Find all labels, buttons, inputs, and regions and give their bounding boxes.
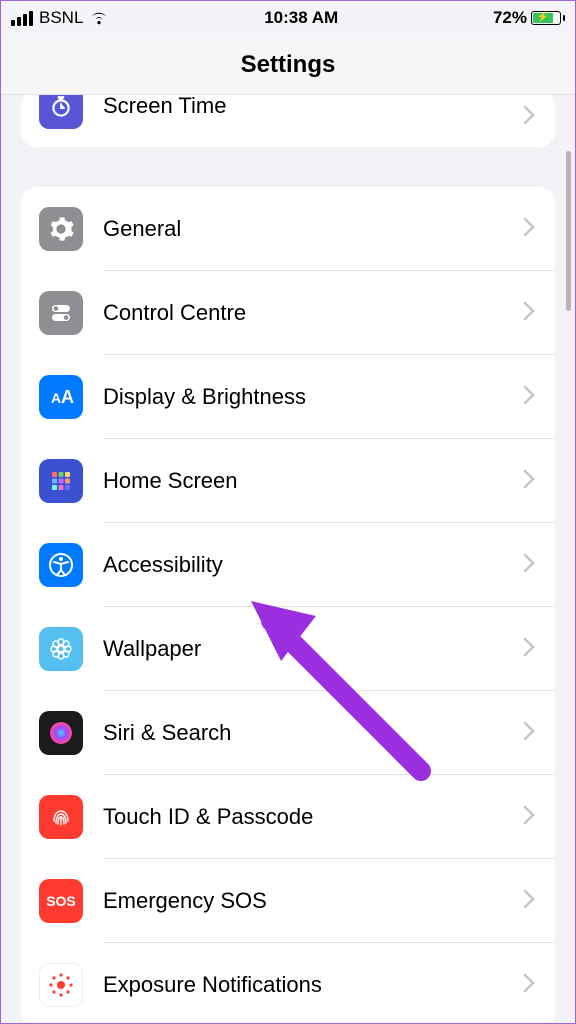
row-touch-id-passcode[interactable]: Touch ID & Passcode	[21, 775, 555, 859]
page-title: Settings	[241, 51, 336, 79]
sos-icon: SOS	[39, 879, 83, 923]
row-screen-time[interactable]: Screen Time	[21, 95, 555, 147]
status-time: 10:38 AM	[264, 8, 338, 28]
app-grid-icon	[39, 459, 83, 503]
chevron-right-icon	[523, 553, 535, 578]
row-general[interactable]: General	[21, 187, 555, 271]
flower-icon	[39, 627, 83, 671]
gear-icon	[39, 207, 83, 251]
exposure-icon	[39, 963, 83, 1007]
chevron-right-icon	[523, 301, 535, 326]
chevron-right-icon	[523, 973, 535, 998]
wifi-icon	[89, 11, 109, 25]
svg-text:A: A	[61, 387, 74, 407]
row-label: Emergency SOS	[103, 888, 523, 914]
row-label: Control Centre	[103, 300, 523, 326]
row-control-centre[interactable]: Control Centre	[21, 271, 555, 355]
siri-icon	[39, 711, 83, 755]
chevron-right-icon	[523, 721, 535, 746]
chevron-right-icon	[523, 889, 535, 914]
row-home-screen[interactable]: Home Screen	[21, 439, 555, 523]
row-label: Exposure Notifications	[103, 972, 523, 998]
chevron-right-icon	[523, 105, 535, 130]
row-label: Touch ID & Passcode	[103, 804, 523, 830]
status-bar: BSNL 10:38 AM 72% ⚡	[1, 1, 575, 35]
settings-group-2: General Control Centre AA Display & Brig…	[21, 187, 555, 1023]
cellular-signal-icon	[11, 11, 33, 26]
fingerprint-icon	[39, 795, 83, 839]
chevron-right-icon	[523, 469, 535, 494]
screen-time-icon	[39, 95, 83, 129]
battery-percentage: 72%	[493, 8, 527, 28]
row-label: Display & Brightness	[103, 384, 523, 410]
row-wallpaper[interactable]: Wallpaper	[21, 607, 555, 691]
accessibility-icon	[39, 543, 83, 587]
row-label: Wallpaper	[103, 636, 523, 662]
chevron-right-icon	[523, 217, 535, 242]
toggles-icon	[39, 291, 83, 335]
row-label: Accessibility	[103, 552, 523, 578]
row-label: Home Screen	[103, 468, 523, 494]
battery-icon: ⚡	[531, 11, 565, 25]
row-label: Screen Time	[103, 95, 523, 119]
text-size-icon: AA	[39, 375, 83, 419]
row-emergency-sos[interactable]: SOS Emergency SOS	[21, 859, 555, 943]
row-siri-search[interactable]: Siri & Search	[21, 691, 555, 775]
row-display-brightness[interactable]: AA Display & Brightness	[21, 355, 555, 439]
carrier-label: BSNL	[39, 8, 83, 28]
chevron-right-icon	[523, 637, 535, 662]
scrollbar-indicator	[566, 151, 571, 311]
row-accessibility[interactable]: Accessibility	[21, 523, 555, 607]
svg-text:A: A	[51, 390, 61, 406]
chevron-right-icon	[523, 385, 535, 410]
row-label: Siri & Search	[103, 720, 523, 746]
row-label: General	[103, 216, 523, 242]
settings-group-1: Screen Time	[21, 95, 555, 147]
row-exposure-notifications[interactable]: Exposure Notifications	[21, 943, 555, 1023]
chevron-right-icon	[523, 805, 535, 830]
nav-bar: Settings	[1, 35, 575, 95]
